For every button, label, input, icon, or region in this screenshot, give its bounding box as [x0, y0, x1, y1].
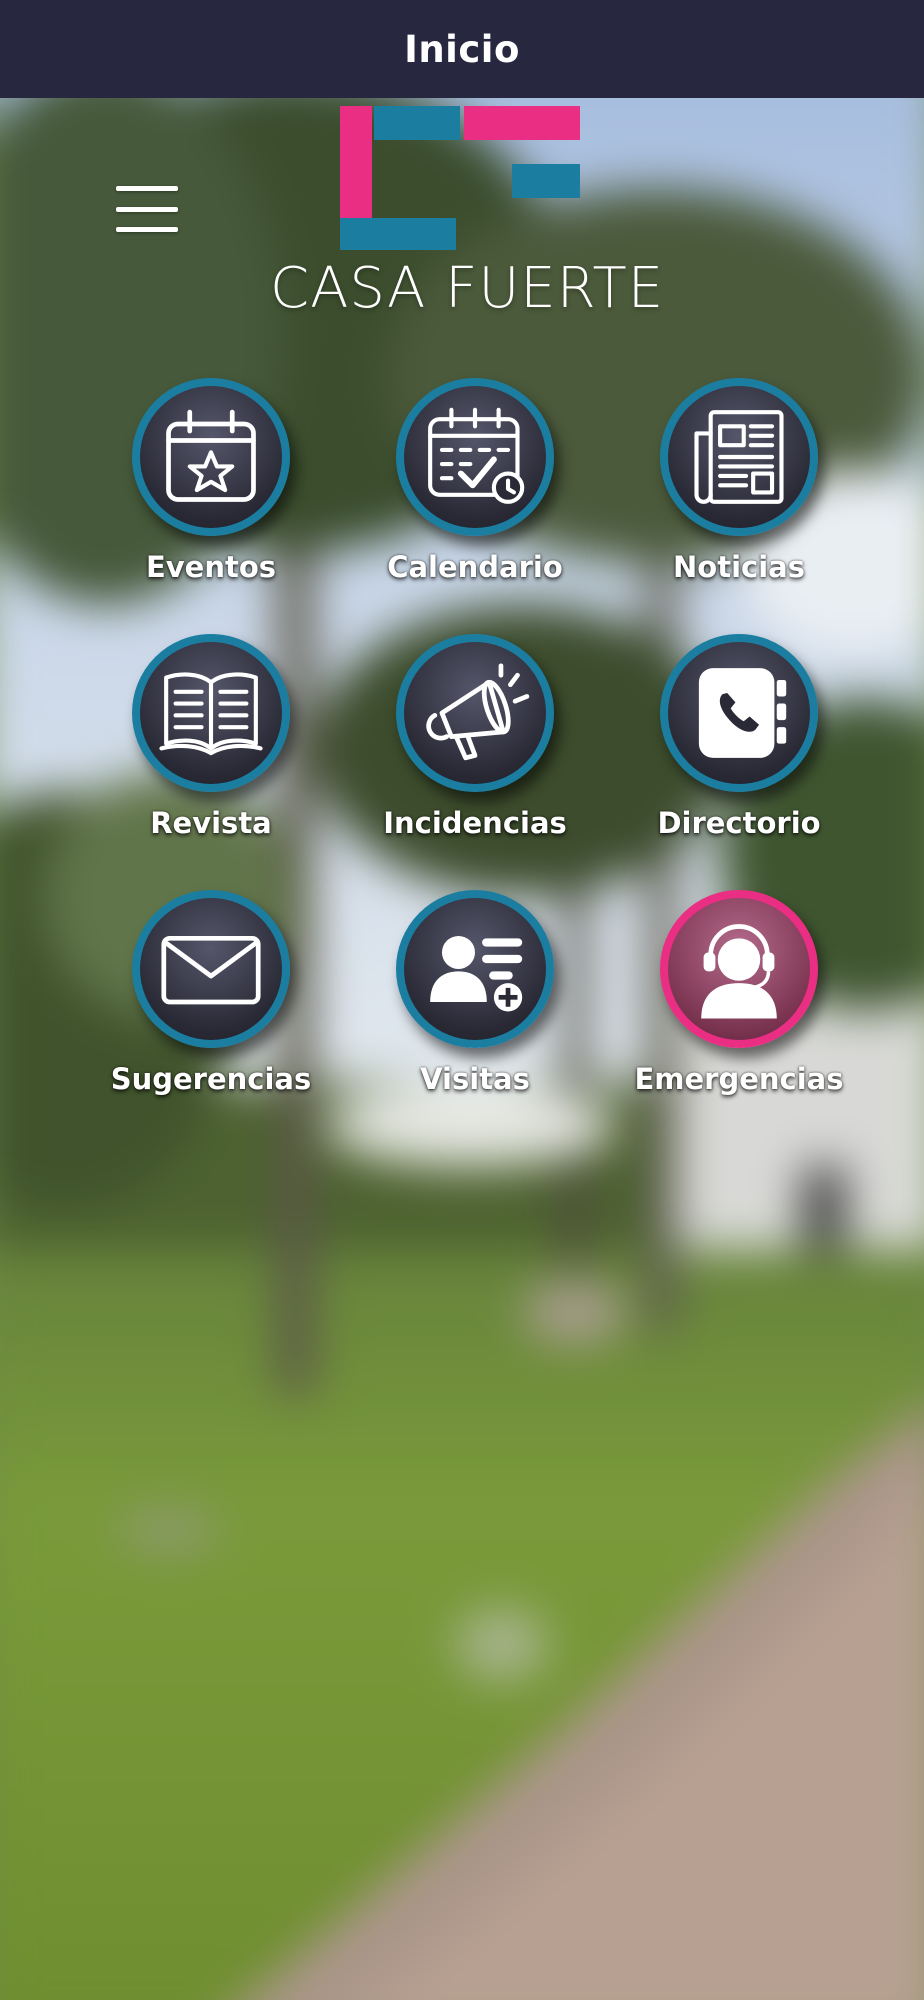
- hamburger-menu-icon[interactable]: [112, 180, 182, 238]
- headset-agent-icon: [660, 890, 818, 1048]
- phone-book-icon: [660, 634, 818, 792]
- page-title: Inicio: [404, 27, 520, 71]
- megaphone-icon: [396, 634, 554, 792]
- brand-logo: CASA FUERTE: [270, 100, 665, 321]
- tile-label: Incidencias: [383, 806, 567, 840]
- tile-label: Sugerencias: [110, 1062, 312, 1096]
- tile-visitas[interactable]: Visitas: [356, 890, 586, 1130]
- calendar-star-icon: [132, 378, 290, 536]
- tile-eventos[interactable]: Eventos: [92, 378, 322, 618]
- tile-noticias[interactable]: Noticias: [620, 378, 850, 618]
- tile-calendario[interactable]: Calendario: [356, 378, 586, 618]
- newspaper-icon: [660, 378, 818, 536]
- tile-label: Eventos: [145, 550, 277, 584]
- tile-incidencias[interactable]: Incidencias: [356, 634, 586, 874]
- tile-label: Noticias: [673, 550, 805, 584]
- menu-line: [116, 227, 178, 232]
- tile-label: Directorio: [657, 806, 821, 840]
- open-book-icon: [132, 634, 290, 792]
- tile-directorio[interactable]: Directorio: [620, 634, 850, 874]
- menu-line: [116, 206, 178, 212]
- logo-mark-icon: [340, 106, 580, 250]
- tile-label: Revista: [150, 806, 272, 840]
- tile-label: Calendario: [387, 550, 563, 584]
- add-visitor-icon: [396, 890, 554, 1048]
- tile-label: Visitas: [420, 1062, 530, 1096]
- tile-emergencias[interactable]: Emergencias: [620, 890, 850, 1130]
- menu-line: [116, 186, 178, 191]
- tile-sugerencias[interactable]: Sugerencias: [92, 890, 322, 1130]
- app-header: Inicio: [0, 0, 924, 98]
- tile-label: Emergencias: [634, 1062, 844, 1096]
- brand-name: CASA FUERTE: [270, 256, 665, 321]
- calendar-check-icon: [396, 378, 554, 536]
- envelope-icon: [132, 890, 290, 1048]
- tile-revista[interactable]: Revista: [92, 634, 322, 874]
